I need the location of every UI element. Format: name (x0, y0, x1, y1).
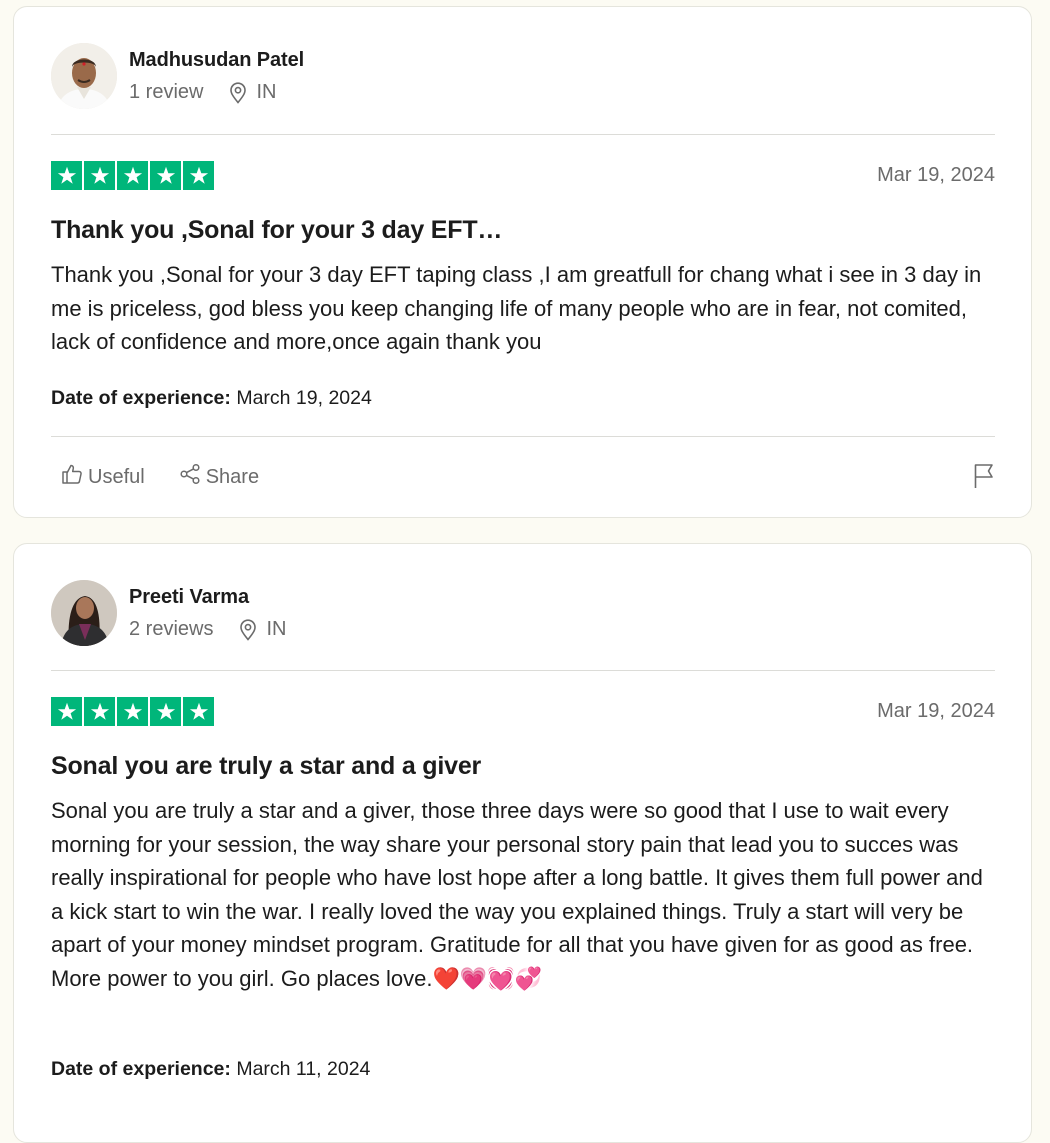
reviewer-country: IN (256, 81, 277, 103)
review-title[interactable]: Sonal you are truly a star and a giver (51, 752, 995, 781)
star-icon (117, 697, 148, 726)
review-title[interactable]: Thank you ,Sonal for your 3 day EFT… (51, 216, 995, 245)
review-date: Mar 19, 2024 (877, 164, 995, 186)
star-icon (51, 161, 82, 190)
useful-label: Useful (88, 465, 145, 488)
reviewer-country: IN (266, 618, 287, 640)
star-icon (150, 697, 181, 726)
reviewer-name[interactable]: Preeti Varma (129, 586, 249, 609)
review-count[interactable]: 1 review (129, 81, 203, 104)
map-pin-icon (229, 81, 247, 104)
star-icon (117, 161, 148, 190)
share-button[interactable]: Share (179, 463, 259, 491)
review-body: Sonal you are truly a star and a giver, … (51, 798, 983, 991)
flag-icon (973, 464, 995, 493)
reviewer-meta: 2 reviews IN (129, 618, 286, 641)
date-of-experience: Date of experience: March 19, 2024 (51, 387, 372, 410)
avatar[interactable] (51, 43, 117, 109)
experience-date: March 19, 2024 (236, 387, 372, 409)
experience-label: Date of experience: (51, 387, 231, 409)
divider (51, 436, 995, 437)
avatar[interactable] (51, 580, 117, 646)
review-body: Thank you ,Sonal for your 3 day EFT tapi… (51, 262, 982, 354)
review-card: Preeti Varma 2 reviews IN Mar 19, 2024 S… (13, 543, 1032, 1143)
star-icon (183, 161, 214, 190)
star-icon (84, 161, 115, 190)
star-rating (51, 161, 214, 190)
star-icon (150, 161, 181, 190)
star-icon (183, 697, 214, 726)
thumbs-up-icon (61, 463, 83, 491)
reviewer-meta: 1 review IN (129, 81, 276, 104)
share-icon (179, 463, 201, 491)
map-pin-icon (239, 618, 257, 641)
experience-label: Date of experience: (51, 1058, 231, 1080)
star-icon (84, 697, 115, 726)
review-count[interactable]: 2 reviews (129, 618, 213, 641)
review-card: Madhusudan Patel 1 review IN Mar 19, 202… (13, 6, 1032, 518)
star-rating (51, 697, 214, 726)
report-button[interactable] (973, 463, 995, 494)
divider (51, 670, 995, 671)
experience-date: March 11, 2024 (236, 1058, 371, 1080)
star-icon (51, 697, 82, 726)
share-label: Share (205, 465, 260, 488)
review-actions: Useful Share (61, 463, 259, 491)
date-of-experience: Date of experience: March 11, 2024 (51, 1058, 370, 1081)
useful-button[interactable]: Useful (61, 463, 145, 491)
divider (51, 134, 995, 135)
review-date: Mar 19, 2024 (877, 700, 995, 722)
reviewer-name[interactable]: Madhusudan Patel (129, 49, 304, 72)
